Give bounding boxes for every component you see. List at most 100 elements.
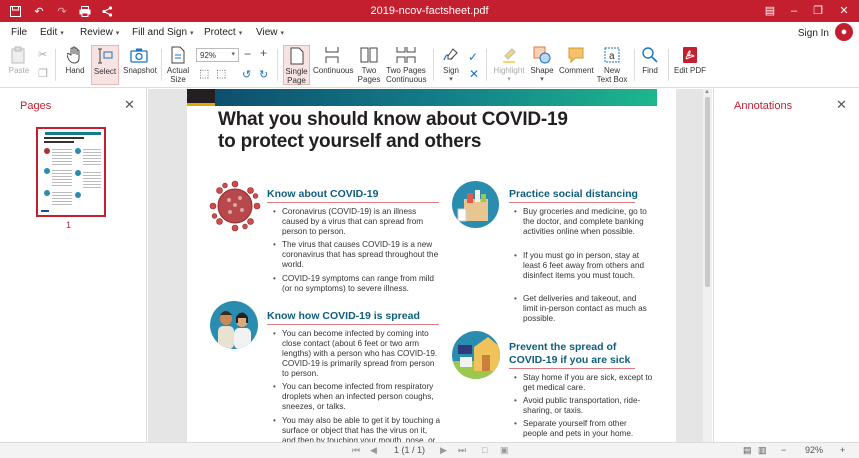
title-bar: ↶ ↷ 2019-ncov-factsheet.pdf ▤ – ❐ ✕ xyxy=(0,0,859,22)
hand-tool-button[interactable]: Hand xyxy=(62,45,88,85)
menu-bar: File Edit ▾ Review ▾ Fill and Sign ▾ Protec… xyxy=(0,22,859,43)
status-bar: ⏮ ◀ 1 (1 / 1) ▶ ⏭ □ ▣ ▤ ▥ − 92% + xyxy=(0,442,859,458)
edit-pdf-label: Edit PDF xyxy=(673,66,706,75)
bullet-text: Buy groceries and medicine, go to the do… xyxy=(523,207,647,236)
cross-icon[interactable]: ✕ xyxy=(469,67,479,81)
bullet-dot: • xyxy=(273,382,276,391)
close-window-icon[interactable]: ✕ xyxy=(834,3,854,19)
status-zoom-out-icon[interactable]: − xyxy=(781,445,786,455)
vertical-scrollbar[interactable]: ▲ xyxy=(703,89,712,442)
highlight-button[interactable]: Highlight ▾ xyxy=(492,45,526,85)
comment-button[interactable]: Comment xyxy=(559,45,594,85)
chevron-down-icon: ▾ xyxy=(60,30,64,37)
continuous-label: Continuous xyxy=(313,66,354,75)
find-button[interactable]: Find xyxy=(639,45,661,85)
toolbar-divider xyxy=(486,49,487,81)
last-page-icon[interactable]: ⏭ xyxy=(458,445,466,456)
cut-icon[interactable]: ✂ xyxy=(38,48,47,61)
fit-view-icon[interactable]: ▣ xyxy=(500,445,509,456)
bullet-text: You can become infected by coming into c… xyxy=(282,329,438,378)
hand-label: Hand xyxy=(65,66,85,75)
two-pages-button[interactable]: Two Pages xyxy=(356,45,382,85)
page-indicator[interactable]: 1 (1 / 1) xyxy=(394,445,425,455)
sign-label: Sign xyxy=(442,66,459,75)
first-page-icon[interactable]: ⏮ xyxy=(352,445,360,456)
close-icon[interactable]: ✕ xyxy=(124,97,135,113)
zoom-select[interactable]: 92% ▾ xyxy=(196,48,239,62)
chevron-down-icon: ▾ xyxy=(280,30,285,37)
shape-label: Shape xyxy=(530,66,554,75)
people-coughing-icon xyxy=(218,311,251,349)
ribbon-toggle-icon[interactable]: ▤ xyxy=(760,3,780,19)
zoom-in-icon[interactable]: + xyxy=(260,47,267,59)
hand-icon xyxy=(67,46,80,64)
page-thumbnail-preview xyxy=(41,132,101,212)
shape-button[interactable]: Shape ▾ xyxy=(530,45,554,85)
rotate-left-icon[interactable]: ↺ xyxy=(242,68,251,81)
page-thumbnail[interactable] xyxy=(36,127,106,217)
status-zoom-in-icon[interactable]: + xyxy=(840,445,845,455)
actual-size-button[interactable]: Actual Size xyxy=(166,45,190,85)
paste-label: Paste xyxy=(8,66,30,75)
find-label: Find xyxy=(642,66,658,75)
chevron-down-icon: ▾ xyxy=(231,51,235,58)
check-icon[interactable]: ✓ xyxy=(468,50,478,64)
sign-in-link[interactable]: Sign In xyxy=(798,28,829,39)
bullet-distance-2: • If you must go in person, stay at least… xyxy=(514,251,653,281)
section-heading-prevent-line2: COVID-19 if you are sick xyxy=(509,354,631,366)
menu-view[interactable]: View ▾ xyxy=(256,27,284,38)
bullet-know-2: • The virus that causes COVID-19 is a new… xyxy=(273,240,442,270)
bullet-distance-3: • Get deliveries and takeout, and limit i… xyxy=(514,294,653,324)
menu-fill-and-sign-label: Fill and Sign xyxy=(132,27,188,38)
new-text-box-button[interactable]: a New Text Box xyxy=(596,45,628,85)
minimize-icon[interactable]: – xyxy=(784,3,804,19)
groceries-illustration xyxy=(452,181,499,228)
edit-pdf-button[interactable]: Edit PDF xyxy=(673,45,707,85)
snapshot-button[interactable]: Snapshot xyxy=(123,45,157,85)
rotate-right-icon[interactable]: ↻ xyxy=(259,68,268,81)
menu-fill-and-sign[interactable]: Fill and Sign ▾ xyxy=(132,27,194,38)
scroll-up-icon[interactable]: ▲ xyxy=(704,89,710,95)
bullet-prevent-3: • Separate yourself from other people and… xyxy=(514,419,653,439)
next-page-icon[interactable]: ▶ xyxy=(440,445,447,456)
fit-width-icon[interactable]: ⬚ xyxy=(199,67,209,80)
select-tool-button[interactable]: Select xyxy=(91,45,119,85)
close-icon[interactable]: ✕ xyxy=(836,97,847,113)
zoom-value: 92% xyxy=(200,51,217,60)
previous-page-icon[interactable]: ◀ xyxy=(370,445,377,456)
two-pages-continuous-icon xyxy=(396,47,416,63)
scrollbar-thumb[interactable] xyxy=(705,97,710,287)
two-page-view-icon[interactable]: ▥ xyxy=(758,445,767,456)
sign-button[interactable]: Sign ▾ xyxy=(439,45,463,85)
page-view-icon[interactable]: □ xyxy=(482,445,487,455)
continuous-icon xyxy=(325,47,339,63)
pages-panel: Pages ✕ 1 xyxy=(0,89,147,442)
single-page-view-icon[interactable]: ▤ xyxy=(743,445,752,456)
bullet-dot: • xyxy=(514,419,517,428)
menu-file[interactable]: File xyxy=(11,27,27,38)
bullet-dot: • xyxy=(514,373,517,382)
avatar[interactable]: ● xyxy=(835,23,853,41)
continuous-button[interactable]: Continuous xyxy=(313,45,354,85)
fit-page-icon[interactable]: ⬚ xyxy=(216,67,226,80)
highlight-label: Highlight xyxy=(493,66,525,75)
document-viewport[interactable]: What you should know about COVID-19 to p… xyxy=(148,89,712,442)
zoom-out-icon[interactable]: − xyxy=(244,48,251,60)
restore-icon[interactable]: ❐ xyxy=(808,3,828,19)
status-zoom-value[interactable]: 92% xyxy=(805,445,823,455)
window-title: 2019-ncov-factsheet.pdf xyxy=(370,5,489,17)
people-illustration xyxy=(210,301,258,349)
bullet-text: COVID-19 symptoms can range from mild (o… xyxy=(282,274,434,293)
copy-icon[interactable]: ❐ xyxy=(38,67,48,80)
bullet-spread-3: • You may also be able to get it by touch… xyxy=(273,416,442,442)
paste-button[interactable]: Paste xyxy=(6,45,32,85)
menu-edit[interactable]: Edit ▾ xyxy=(40,27,64,38)
menu-review[interactable]: Review ▾ xyxy=(80,27,119,38)
section-heading-spread: Know how COVID-19 is spread xyxy=(267,310,420,322)
bullet-know-3: • COVID-19 symptoms can range from mild (… xyxy=(273,274,442,294)
pages-panel-title: Pages xyxy=(20,100,52,112)
menu-protect[interactable]: Protect ▾ xyxy=(204,27,242,38)
single-page-button[interactable]: Single Page xyxy=(283,45,310,85)
two-pages-continuous-button[interactable]: Two Pages Continuous xyxy=(386,45,426,85)
bullet-dot: • xyxy=(273,329,276,338)
